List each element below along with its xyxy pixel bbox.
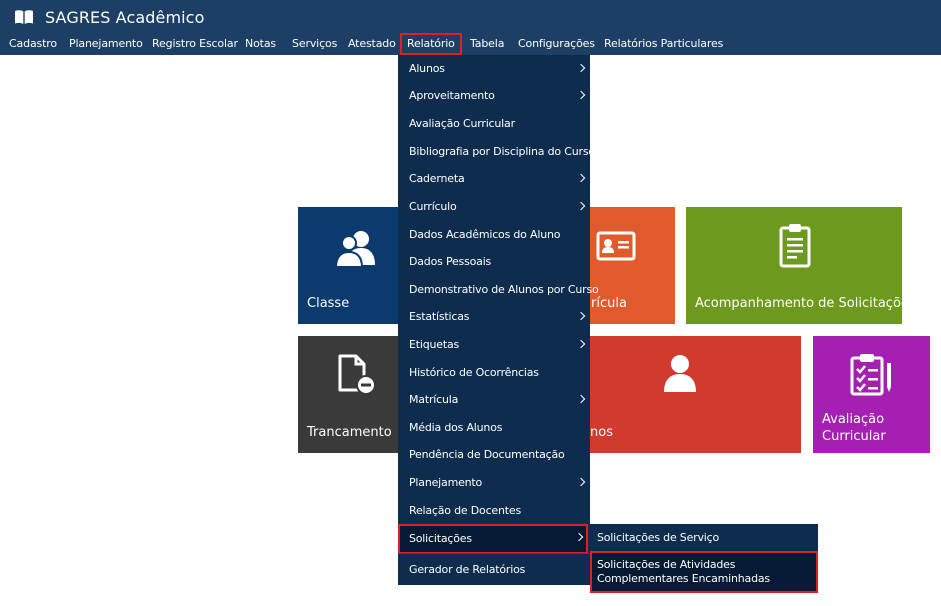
tile-matricula[interactable]: rícula <box>590 207 675 324</box>
tile-trancamento[interactable]: Trancamento <box>298 336 398 453</box>
menu-item-aproveitamento[interactable]: Aproveitamento <box>398 83 590 109</box>
nav-item-relatorio[interactable]: Relatório <box>400 33 462 55</box>
submenu-item-solicitacoes-servico[interactable]: Solicitações de Serviço <box>590 524 818 551</box>
tile-label: Trancamento <box>307 425 392 440</box>
menu-item-label: Currículo <box>409 200 457 213</box>
menu-item-label: Avaliação Curricular <box>409 117 515 130</box>
clipboard-icon <box>779 224 811 268</box>
menu-item-historico-ocorrencias[interactable]: Histórico de Ocorrências <box>398 360 590 386</box>
menu-item-curriculo[interactable]: Currículo <box>398 194 590 220</box>
chevron-right-icon <box>574 532 584 542</box>
menu-item-avaliacao-curricular[interactable]: Avaliação Curricular <box>398 111 590 137</box>
menu-item-matricula[interactable]: Matrícula <box>398 387 590 413</box>
nav-item-configuracoes[interactable]: Configurações <box>518 33 595 55</box>
menu-item-caderneta[interactable]: Caderneta <box>398 166 590 192</box>
menu-item-label: Matrícula <box>409 393 459 406</box>
tile-label: nos <box>590 425 613 440</box>
chevron-right-icon <box>576 394 586 404</box>
chevron-right-icon <box>576 339 586 349</box>
menu-item-label: Relação de Docentes <box>409 504 521 517</box>
checklist-icon <box>850 354 891 396</box>
submenu-item-label: Solicitações de Atividades Complementare… <box>597 558 770 585</box>
chevron-right-icon <box>576 173 586 183</box>
relatorio-dropdown: Alunos Aproveitamento Avaliação Curricul… <box>398 55 599 585</box>
tile-alunos[interactable]: nos <box>590 336 801 453</box>
menu-item-label: Aproveitamento <box>409 89 495 102</box>
menu-divider <box>398 553 590 554</box>
menu-item-label: Dados Acadêmicos do Aluno <box>409 228 561 241</box>
nav-item-servicos[interactable]: Serviços <box>292 33 337 55</box>
nav-item-atestado[interactable]: Atestado <box>348 33 396 55</box>
tile-label-line1: Avaliação <box>822 412 885 427</box>
submenu-item-solicitacoes-atividades-complementares[interactable]: Solicitações de Atividades Complementare… <box>590 551 818 593</box>
menu-item-label: Estatísticas <box>409 310 470 323</box>
menu-item-demonstrativo[interactable]: Demonstrativo de Alunos por Curso <box>398 277 599 303</box>
menu-item-label: Solicitações <box>409 532 472 545</box>
user-icon <box>664 355 696 392</box>
menu-item-label: Média dos Alunos <box>409 421 503 434</box>
chevron-right-icon <box>576 477 586 487</box>
menu-item-label: Gerador de Relatórios <box>409 563 526 576</box>
book-icon <box>15 10 33 24</box>
chevron-right-icon <box>576 63 586 73</box>
tile-classe[interactable]: Classe <box>298 207 398 324</box>
nav-item-notas[interactable]: Notas <box>245 33 276 55</box>
tile-label: Classe <box>307 296 350 311</box>
menu-item-label: Pendência de Documentação <box>409 448 565 461</box>
menu-item-label: Etiquetas <box>409 338 460 351</box>
tile-avaliacao-curricular[interactable]: Avaliação Curricular <box>813 336 930 453</box>
nav-item-relatorios-particulares[interactable]: Relatórios Particulares <box>604 33 723 55</box>
menu-item-label: Dados Pessoais <box>409 255 492 268</box>
menu-item-dados-academicos[interactable]: Dados Acadêmicos do Aluno <box>398 222 590 248</box>
menu-item-dados-pessoais[interactable]: Dados Pessoais <box>398 249 590 275</box>
menu-item-gerador-relatorios[interactable]: Gerador de Relatórios <box>398 557 590 583</box>
nav-item-cadastro[interactable]: Cadastro <box>9 33 57 55</box>
menu-item-media-alunos[interactable]: Média dos Alunos <box>398 415 590 441</box>
top-header: SAGRES Acadêmico Cadastro Planejamento R… <box>0 0 941 55</box>
tile-label-line2: Curricular <box>822 429 886 444</box>
id-card-icon <box>596 231 636 261</box>
chevron-right-icon <box>576 201 586 211</box>
file-remove-icon <box>338 354 376 395</box>
nav-item-tabela[interactable]: Tabela <box>470 33 504 55</box>
menu-item-label: Planejamento <box>409 476 483 489</box>
menu-item-estatisticas[interactable]: Estatísticas <box>398 304 590 330</box>
menu-item-planejamento[interactable]: Planejamento <box>398 470 590 496</box>
users-icon <box>334 231 375 268</box>
menu-item-label: Alunos <box>409 62 445 75</box>
nav-item-registro-escolar[interactable]: Registro Escolar <box>152 33 238 55</box>
chevron-right-icon <box>576 311 586 321</box>
nav-item-planejamento[interactable]: Planejamento <box>69 33 143 55</box>
tile-acompanhamento-solicitacoes[interactable]: Acompanhamento de Solicitações <box>686 207 916 324</box>
tile-label: Acompanhamento de Solicitações <box>695 296 916 311</box>
menu-item-bibliografia[interactable]: Bibliografia por Disciplina do Curso <box>398 139 595 165</box>
menu-item-label: Bibliografia por Disciplina do Curso <box>409 145 595 158</box>
menu-item-relacao-docentes[interactable]: Relação de Docentes <box>398 498 590 524</box>
menu-item-pendencia-documentacao[interactable]: Pendência de Documentação <box>398 442 590 468</box>
menu-item-solicitacoes[interactable]: Solicitações <box>398 524 588 554</box>
app-title: SAGRES Acadêmico <box>45 7 205 27</box>
menu-item-alunos[interactable]: Alunos <box>398 56 590 82</box>
brand[interactable]: SAGRES Acadêmico <box>14 6 204 28</box>
menu-item-etiquetas[interactable]: Etiquetas <box>398 332 590 358</box>
menu-item-label: Histórico de Ocorrências <box>409 366 539 379</box>
chevron-right-icon <box>576 90 586 100</box>
submenu-item-label: Solicitações de Serviço <box>597 531 720 544</box>
solicitacoes-submenu: Solicitações de Serviço Solicitações de … <box>590 524 818 593</box>
menu-item-label: Caderneta <box>409 172 465 185</box>
menu-item-label: Demonstrativo de Alunos por Curso <box>409 283 599 296</box>
